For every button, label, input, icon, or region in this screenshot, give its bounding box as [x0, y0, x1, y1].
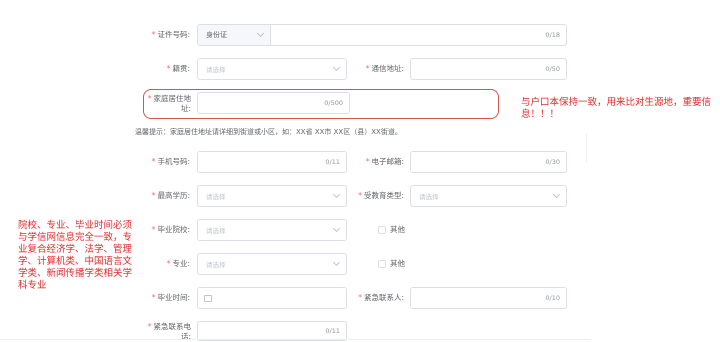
home-address-label: * 家庭居住地 址:: [147, 94, 191, 113]
grad-time-picker[interactable]: [197, 287, 347, 309]
email-input[interactable]: 0/30: [410, 151, 567, 173]
emergency-contact-counter: 0/10: [545, 294, 560, 302]
home-address-input[interactable]: 0/500: [197, 92, 350, 114]
edu-type-placeholder: 请选择: [419, 193, 439, 201]
chevron-down-icon: [332, 190, 341, 199]
chevron-down-icon: [332, 63, 341, 72]
mail-address-label: * 通信地址:: [365, 64, 404, 73]
mobile-label: * 手机号码:: [151, 157, 190, 166]
left-annotation: 院校、专业、毕业时间必须与学信网信息完全一致，专业复合经济学、法学、管理学、计算…: [18, 220, 133, 291]
chevron-down-icon: [552, 190, 561, 199]
school-select[interactable]: 请选择: [197, 219, 347, 241]
edu-type-label: * 受教育类型:: [358, 191, 404, 200]
major-other-label: 其他: [390, 259, 405, 268]
emergency-contact-input[interactable]: 0/10: [410, 287, 567, 309]
right-annotation: 与户口本保持一致，用来比对生源地，重要信息！！！: [521, 97, 712, 120]
major-select[interactable]: 请选择: [197, 253, 347, 275]
school-label: * 毕业院校:: [151, 225, 190, 234]
grad-time-label: * 毕业时间:: [151, 293, 190, 302]
chevron-down-icon: [332, 258, 341, 267]
native-place-label: * 籍贯:: [166, 64, 190, 73]
emergency-phone-input[interactable]: 0/11: [197, 321, 347, 341]
mobile-counter: 0/11: [325, 158, 340, 166]
address-hint: 温馨提示：家庭居住地址请详细到街道或小区，如：XX省 XX市 XX区（县）XX街…: [135, 128, 402, 136]
chevron-down-icon: [256, 29, 265, 38]
id-type-select[interactable]: 身份证: [198, 25, 271, 45]
education-placeholder: 请选择: [206, 193, 226, 201]
email-counter: 0/30: [545, 158, 560, 166]
school-other-label: 其他: [390, 225, 405, 234]
native-place-placeholder: 请选择: [206, 66, 226, 74]
major-label: * 专业:: [166, 259, 190, 268]
major-other-checkbox[interactable]: [378, 260, 386, 268]
native-place-select[interactable]: 请选择: [197, 58, 347, 80]
id-number-label: * 证件号码:: [151, 30, 190, 39]
mobile-input[interactable]: 0/11: [197, 151, 347, 173]
mail-address-input[interactable]: 0/50: [410, 58, 567, 80]
id-number-field[interactable]: 身份证 0/18: [197, 24, 567, 46]
edu-type-select[interactable]: 请选择: [410, 185, 567, 207]
id-number-counter: 0/18: [545, 31, 560, 39]
id-type-value: 身份证: [206, 31, 227, 39]
email-label: * 电子邮箱:: [365, 157, 404, 166]
right-edge-divider: [586, 134, 587, 162]
school-other-checkbox[interactable]: [378, 226, 386, 234]
calendar-icon: [204, 295, 212, 302]
education-label: * 最高学历:: [151, 191, 190, 200]
major-placeholder: 请选择: [206, 261, 226, 269]
emergency-phone-counter: 0/11: [325, 327, 340, 335]
chevron-down-icon: [332, 224, 341, 233]
bottom-divider: [0, 339, 590, 340]
school-placeholder: 请选择: [206, 227, 226, 235]
home-address-counter: 0/500: [324, 99, 343, 107]
mail-address-counter: 0/50: [545, 65, 560, 73]
emergency-contact-label: * 紧急联系人:: [358, 293, 404, 302]
education-select[interactable]: 请选择: [197, 185, 347, 207]
